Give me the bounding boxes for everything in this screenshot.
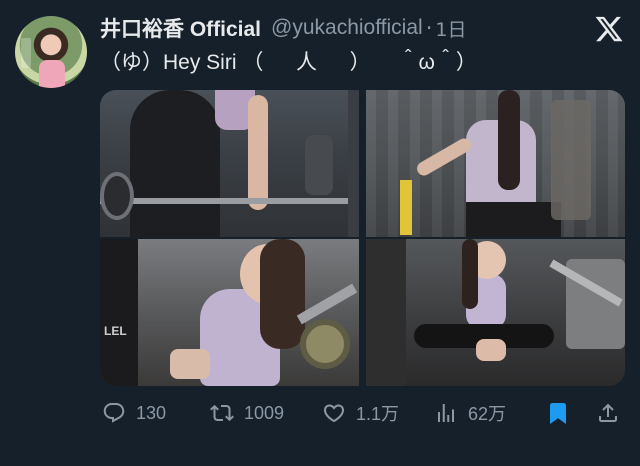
views-icon — [438, 404, 454, 422]
like-count: 1.1万 — [356, 404, 400, 424]
share-icon — [599, 403, 617, 422]
post-text: （ゆ）Hey Siri （ 人 ） ＾ω＾） — [100, 51, 477, 74]
heart-icon — [323, 404, 345, 423]
photo-2[interactable] — [366, 90, 625, 237]
view-count: 62万 — [468, 404, 507, 424]
display-name[interactable]: 井口裕香 Official — [100, 13, 261, 43]
photo-4[interactable] — [366, 239, 625, 386]
repost-button[interactable]: 1009 — [210, 396, 284, 430]
reply-count: 130 — [136, 402, 167, 423]
repost-icon — [210, 404, 234, 422]
post-age[interactable]: 1日 — [435, 15, 466, 42]
avatar[interactable] — [15, 16, 87, 88]
photo-3[interactable]: LEL — [100, 239, 359, 386]
reply-icon — [103, 403, 125, 423]
photo-badge-text: LEL — [104, 324, 127, 338]
action-bar: 130 1009 1.1万 62万 — [100, 396, 625, 430]
x-logo-icon[interactable] — [594, 14, 624, 44]
media-grid: LEL — [100, 90, 625, 386]
bookmark-icon — [550, 403, 566, 424]
separator-dot: · — [425, 16, 433, 40]
reply-button[interactable]: 130 — [102, 396, 166, 430]
bookmark-button[interactable] — [546, 396, 580, 430]
photo-1[interactable] — [100, 90, 359, 237]
post-header: 井口裕香 Official @yukachiofficial · 1日 — [100, 14, 466, 42]
like-button[interactable]: 1.1万 — [322, 396, 399, 430]
share-button[interactable] — [596, 396, 630, 430]
avatar-figure — [39, 60, 65, 88]
views-button[interactable]: 62万 — [434, 396, 506, 430]
repost-count: 1009 — [244, 402, 285, 423]
avatar-name-tag — [21, 38, 31, 68]
user-handle[interactable]: @yukachiofficial — [271, 16, 423, 40]
